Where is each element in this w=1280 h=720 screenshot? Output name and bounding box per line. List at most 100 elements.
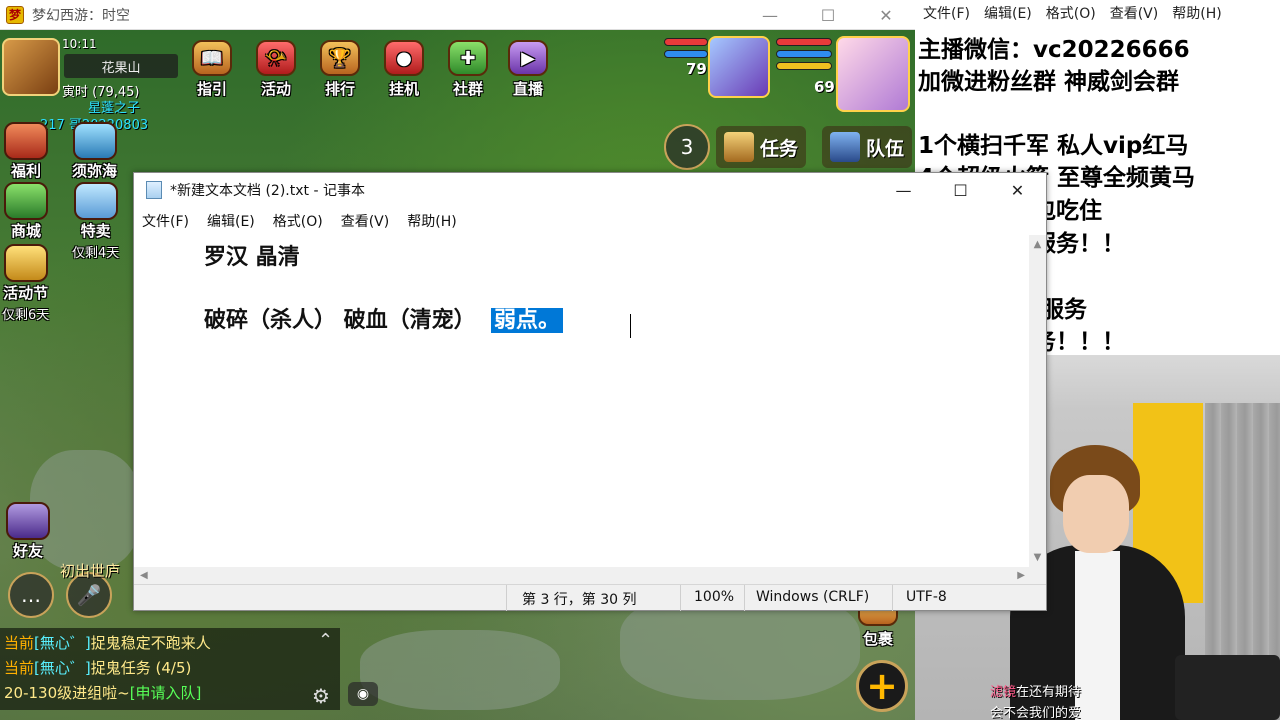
- encoding: UTF-8: [906, 589, 947, 605]
- community-button[interactable]: ✚ 社群: [448, 40, 488, 99]
- scroll-down-icon[interactable]: ▼: [1034, 552, 1042, 563]
- live-button[interactable]: ▶ 直播: [508, 40, 548, 99]
- notepad-minimize-button[interactable]: —: [875, 173, 932, 207]
- horn-icon: 📯: [256, 40, 296, 76]
- scroll-icon: [724, 132, 754, 162]
- festival-button[interactable]: 活动节 仅剩6天: [2, 244, 49, 323]
- sale-remaining: 仅剩4天: [72, 246, 120, 261]
- scroll-up-icon[interactable]: ▲: [1034, 239, 1042, 250]
- gamepad-icon: ✚: [448, 40, 488, 76]
- team-button[interactable]: 队伍: [822, 126, 913, 168]
- live-label: 直播: [512, 80, 543, 98]
- notepad-titlebar[interactable]: *新建文本文档 (2).txt - 记事本 — ☐ ✕: [134, 173, 1046, 207]
- world-label: 初出世庐: [60, 562, 121, 580]
- player-portrait[interactable]: [708, 36, 770, 98]
- game-window-title: 梦幻西游：时空: [32, 7, 130, 24]
- ad-menu-format[interactable]: 格式(O): [1046, 3, 1096, 23]
- ad-menu-bar: 文件(F) 编辑(E) 格式(O) 查看(V) 帮助(H): [915, 0, 1280, 26]
- chat-bubble-icon[interactable]: …: [8, 572, 54, 618]
- wizard-icon: [6, 502, 50, 540]
- chat-line-1: 当前[無心゛]捉鬼稳定不跑来人: [4, 634, 211, 652]
- player-avatar[interactable]: [2, 38, 60, 96]
- scroll-left-icon[interactable]: ◀: [140, 570, 148, 581]
- ranking-label: 排行: [324, 80, 355, 98]
- menu-view[interactable]: 查看(V): [341, 211, 390, 231]
- bag-label: 包裹: [862, 630, 893, 648]
- activity-button[interactable]: 📯 活动: [256, 40, 296, 99]
- auto-play-button[interactable]: ● 挂机: [384, 40, 424, 99]
- ad-menu-view[interactable]: 查看(V): [1110, 3, 1159, 23]
- status-bar: 第 3 行，第 30 列 100% Windows (CRLF) UTF-8: [134, 584, 1046, 611]
- ad-menu-file[interactable]: 文件(F): [923, 3, 970, 23]
- ad-line-4: 1个横扫千军 私人vip红马: [918, 133, 1189, 159]
- sale-icon: [73, 182, 118, 220]
- sale-button[interactable]: 特卖 仅剩4天: [72, 182, 119, 261]
- chat-line-3: 20-130级进组啦~[申请入队]: [4, 684, 202, 702]
- team-label: 队伍: [866, 137, 905, 160]
- scroll-corner: [1029, 567, 1046, 584]
- game-minimize-button[interactable]: —: [741, 0, 799, 30]
- ad-menu-edit[interactable]: 编辑(E): [984, 3, 1032, 23]
- game-app-icon: 梦: [6, 5, 24, 24]
- ibeam-cursor-icon: [630, 314, 638, 338]
- task-button[interactable]: 任务: [716, 126, 807, 168]
- welfare-button[interactable]: 福利: [4, 122, 48, 181]
- guide-label: 指引: [196, 80, 227, 98]
- notepad-title: *新建文本文档 (2).txt - 记事本: [170, 183, 365, 199]
- auto-play-label: 挂机: [388, 80, 419, 98]
- sumeru-sea-button[interactable]: 须弥海: [72, 122, 117, 181]
- wave-icon: [72, 122, 117, 160]
- selected-text[interactable]: 弱点。: [490, 308, 563, 333]
- plus-icon[interactable]: +: [856, 660, 908, 712]
- horizontal-scrollbar[interactable]: ◀ ▶: [134, 567, 1031, 584]
- chat-panel[interactable]: 当前[無心゛]捉鬼稳定不跑来人 当前[無心゛]捉鬼任务 (4/5) 20-130…: [0, 628, 340, 710]
- text-editor[interactable]: 罗汉 晶清 破碎（杀人） 破血（清宠） 弱点。: [134, 235, 1031, 567]
- editor-line-3: 破碎（杀人） 破血（清宠） 弱点。: [204, 302, 563, 334]
- turn-counter-icon[interactable]: 3: [664, 124, 710, 170]
- festival-remaining: 仅剩6天: [2, 308, 50, 323]
- festival-icon: [3, 244, 48, 282]
- line-ending: Windows (CRLF): [756, 589, 870, 605]
- pet-exp-bar: [776, 62, 832, 70]
- robot-icon: ●: [384, 40, 424, 76]
- notepad-close-button[interactable]: ✕: [989, 173, 1046, 207]
- pet-portrait[interactable]: [836, 36, 910, 112]
- chat-line-2: 当前[無心゛]捉鬼任务 (4/5): [4, 659, 192, 677]
- shop-label: 商城: [10, 222, 41, 240]
- apply-join-link[interactable]: [申请入队]: [130, 684, 202, 702]
- trophy-icon: 🏆: [320, 40, 360, 76]
- danmu-line-2: 会不会我们的爱: [990, 706, 1082, 720]
- guide-button[interactable]: 📖 指引: [192, 40, 232, 99]
- camera-icon[interactable]: ◉: [348, 682, 378, 706]
- friends-button[interactable]: 好友: [6, 502, 50, 561]
- game-close-button[interactable]: ✕: [857, 0, 915, 30]
- shop-button[interactable]: 商城: [4, 182, 48, 241]
- scroll-right-icon[interactable]: ▶: [1017, 570, 1025, 581]
- vertical-scrollbar[interactable]: ▲ ▼: [1029, 235, 1046, 567]
- menu-file[interactable]: 文件(F): [142, 211, 189, 231]
- pet-hp-bar: [776, 38, 832, 46]
- notepad-icon: [146, 181, 162, 199]
- task-label: 任务: [760, 137, 799, 160]
- chevron-up-icon[interactable]: ⌃: [318, 630, 333, 651]
- community-label: 社群: [452, 80, 483, 98]
- ad-menu-help[interactable]: 帮助(H): [1172, 3, 1221, 23]
- menu-help[interactable]: 帮助(H): [407, 211, 456, 231]
- menu-edit[interactable]: 编辑(E): [207, 211, 255, 231]
- pet-mp-bar: [776, 50, 832, 58]
- ranking-button[interactable]: 🏆 排行: [320, 40, 360, 99]
- ad-line-1: 主播微信：vc20226666: [918, 37, 1190, 63]
- sumeru-sea-label: 须弥海: [72, 162, 118, 180]
- game-time: 10:11: [62, 37, 97, 51]
- gift-icon: [4, 122, 48, 160]
- player-hp-bar: [664, 38, 708, 46]
- location-name[interactable]: 花果山: [64, 54, 178, 78]
- pet-level: 69: [814, 78, 835, 96]
- menu-format[interactable]: 格式(O): [273, 211, 323, 231]
- game-maximize-button[interactable]: ☐: [799, 0, 857, 30]
- festival-label: 活动节: [3, 284, 49, 302]
- gear-icon[interactable]: ⚙: [312, 684, 330, 708]
- welfare-label: 福利: [10, 162, 41, 180]
- notepad-window: *新建文本文档 (2).txt - 记事本 — ☐ ✕ 文件(F) 编辑(E) …: [133, 172, 1047, 611]
- notepad-maximize-button[interactable]: ☐: [932, 173, 989, 207]
